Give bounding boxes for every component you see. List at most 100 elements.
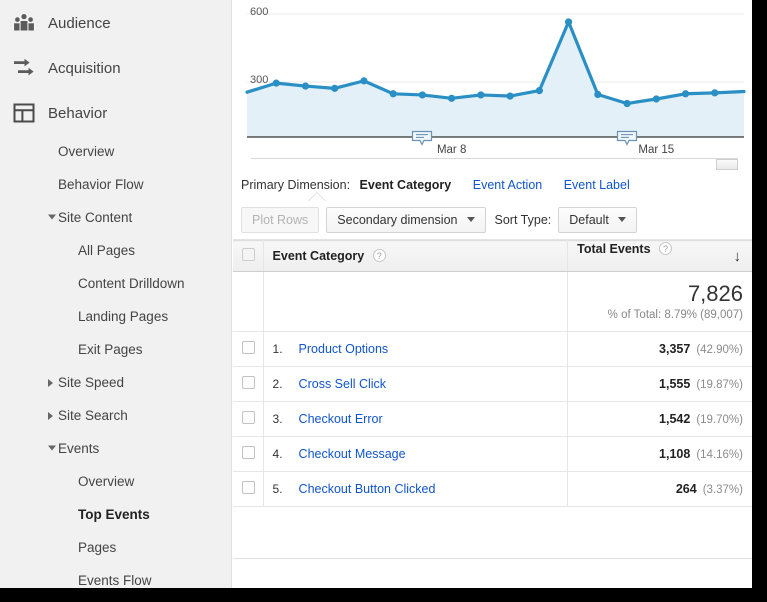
sidebar-item-label: Events Flow (78, 573, 152, 588)
table-row: 5. Checkout Button Clicked 264 (3.37%) (233, 471, 752, 507)
row-checkbox[interactable] (242, 376, 255, 389)
sidebar-item-label: Behavior (48, 104, 108, 122)
sidebar-item-label: Overview (58, 144, 115, 159)
event-category-link[interactable]: Checkout Message (299, 447, 406, 461)
sidebar-item-site-content[interactable]: Site Content (0, 201, 231, 234)
primary-dimension-tab-event-action[interactable]: Event Action (473, 178, 543, 192)
row-total-cell: 264 (3.37%) (567, 471, 752, 507)
sidebar-item-site-speed[interactable]: Site Speed (0, 366, 231, 399)
row-index: 4. (272, 447, 283, 461)
sidebar-item-label: Audience (48, 14, 111, 32)
sidebar-item-audience[interactable]: Audience (0, 0, 231, 45)
plot-rows-button[interactable]: Plot Rows (241, 206, 320, 233)
sidebar-item-exit-pages[interactable]: Exit Pages (0, 333, 231, 366)
sidebar-item-label: Acquisition (48, 59, 121, 77)
sidebar-item-label: Site Speed (58, 375, 125, 390)
behavior-layout-icon (12, 101, 36, 125)
secondary-dimension-dropdown[interactable]: Secondary dimension (326, 206, 486, 233)
chart-scrollbar-thumb[interactable] (716, 159, 738, 170)
chart-horizontal-scrollbar[interactable] (251, 158, 738, 170)
sidebar-behavior-subnav: Overview Behavior Flow Site Content All Pag… (0, 135, 231, 588)
sidebar-item-overview[interactable]: Overview (0, 465, 231, 498)
row-total-percent: (19.87%) (696, 379, 743, 391)
sidebar-item-content-drilldown[interactable]: Content Drilldown (0, 267, 231, 300)
row-total-value: 3,357 (659, 342, 691, 356)
sidebar-item-events[interactable]: Events (0, 432, 231, 465)
event-category-link[interactable]: Checkout Button Clicked (299, 482, 436, 496)
row-total-cell: 1,555 (19.87%) (567, 366, 752, 402)
sidebar-item-behavior[interactable]: Behavior (0, 90, 231, 135)
row-total-value: 1,108 (659, 447, 691, 461)
row-index: 3. (272, 412, 283, 426)
svg-text:Mar 8: Mar 8 (437, 144, 466, 156)
row-checkbox[interactable] (242, 481, 255, 494)
row-total-percent: (19.70%) (696, 414, 743, 426)
help-icon[interactable]: ? (659, 241, 673, 255)
right-edge-strip (752, 0, 767, 602)
table-header-row: Event Category ? Total Events ? ↓ (233, 240, 752, 272)
chevron-down-icon[interactable] (48, 445, 56, 450)
sidebar-item-site-search[interactable]: Site Search (0, 399, 231, 432)
column-header-event-category[interactable]: Event Category ? (263, 240, 569, 272)
row-check-cell (233, 436, 264, 472)
chevron-right-icon[interactable] (48, 378, 53, 387)
sidebar-item-pages[interactable]: Pages (0, 531, 231, 564)
primary-dimension-tab-event-label[interactable]: Event Label (564, 178, 630, 192)
table-summary-row: 7,826% of Total: 8.79% (89,007) (233, 271, 752, 332)
select-all-checkbox[interactable] (242, 248, 255, 261)
sort-type-label: Sort Type: (494, 212, 552, 227)
bottom-edge-strip (0, 588, 767, 602)
sidebar-item-all-pages[interactable]: All Pages (0, 234, 231, 267)
chart-annotation-marker[interactable] (616, 130, 638, 146)
table-toolbar: Plot Rows Secondary dimension Sort Type:… (233, 192, 752, 240)
row-name-cell: 4. Checkout Message (263, 436, 569, 472)
help-icon[interactable]: ? (372, 249, 386, 262)
row-total-value: 1,555 (659, 377, 691, 391)
table-body: 7,826% of Total: 8.79% (89,007) 1. Product… (233, 271, 752, 507)
row-index: 5. (272, 482, 283, 496)
sidebar-item-label: All Pages (78, 243, 136, 258)
sidebar-item-behavior-flow[interactable]: Behavior Flow (0, 168, 231, 201)
primary-dimension-active-tab[interactable]: Event Category (360, 178, 452, 192)
sort-descending-icon[interactable]: ↓ (734, 242, 742, 271)
primary-dimension-label: Primary Dimension: (241, 178, 351, 192)
sidebar-item-label: Overview (78, 474, 135, 489)
chevron-right-icon[interactable] (48, 411, 53, 420)
table-row: 3. Checkout Error 1,542 (19.70%) (233, 401, 752, 437)
sidebar-item-events-flow[interactable]: Events Flow (0, 564, 231, 588)
chevron-down-icon[interactable] (48, 214, 56, 219)
event-category-link[interactable]: Cross Sell Click (299, 377, 387, 391)
row-index: 1. (272, 342, 283, 356)
event-category-link[interactable]: Product Options (299, 342, 389, 356)
row-check-cell (233, 471, 264, 507)
row-name-cell: 5. Checkout Button Clicked (263, 471, 569, 507)
select-all-header-cell (233, 240, 264, 272)
row-total-percent: (42.90%) (696, 344, 743, 356)
summary-total-cell: 7,826% of Total: 8.79% (89,007) (567, 271, 752, 332)
row-checkbox[interactable] (242, 411, 255, 424)
row-name-cell: 3. Checkout Error (263, 401, 569, 437)
chart-annotation-marker[interactable] (411, 130, 433, 146)
sort-type-dropdown[interactable]: Default (558, 206, 637, 233)
plot-rows-label: Plot Rows (252, 212, 309, 227)
sidebar-item-label: Site Search (58, 408, 128, 423)
row-total-percent: (14.16%) (696, 449, 743, 461)
sidebar-item-overview[interactable]: Overview (0, 135, 231, 168)
events-timeline-chart[interactable]: 600 300 Mar 8 Mar 15 (233, 0, 752, 158)
sidebar-item-label: Pages (78, 540, 117, 555)
sidebar-item-label: Exit Pages (78, 342, 143, 357)
sidebar-item-label: Landing Pages (78, 309, 169, 324)
row-checkbox[interactable] (242, 341, 255, 354)
row-name-cell: 1. Product Options (263, 331, 569, 367)
svg-text:300: 300 (250, 74, 268, 86)
column-header-total-events[interactable]: Total Events ? ↓ (567, 240, 752, 272)
sidebar-item-landing-pages[interactable]: Landing Pages (0, 300, 231, 333)
row-checkbox[interactable] (242, 446, 255, 459)
row-check-cell (233, 401, 264, 437)
event-category-link[interactable]: Checkout Error (299, 412, 383, 426)
chevron-down-icon (466, 217, 475, 222)
sidebar-item-acquisition[interactable]: Acquisition (0, 45, 231, 90)
sidebar-item-top-events[interactable]: Top Events (0, 498, 231, 531)
svg-text:Mar 15: Mar 15 (638, 144, 674, 156)
row-total-cell: 1,108 (14.16%) (567, 436, 752, 472)
